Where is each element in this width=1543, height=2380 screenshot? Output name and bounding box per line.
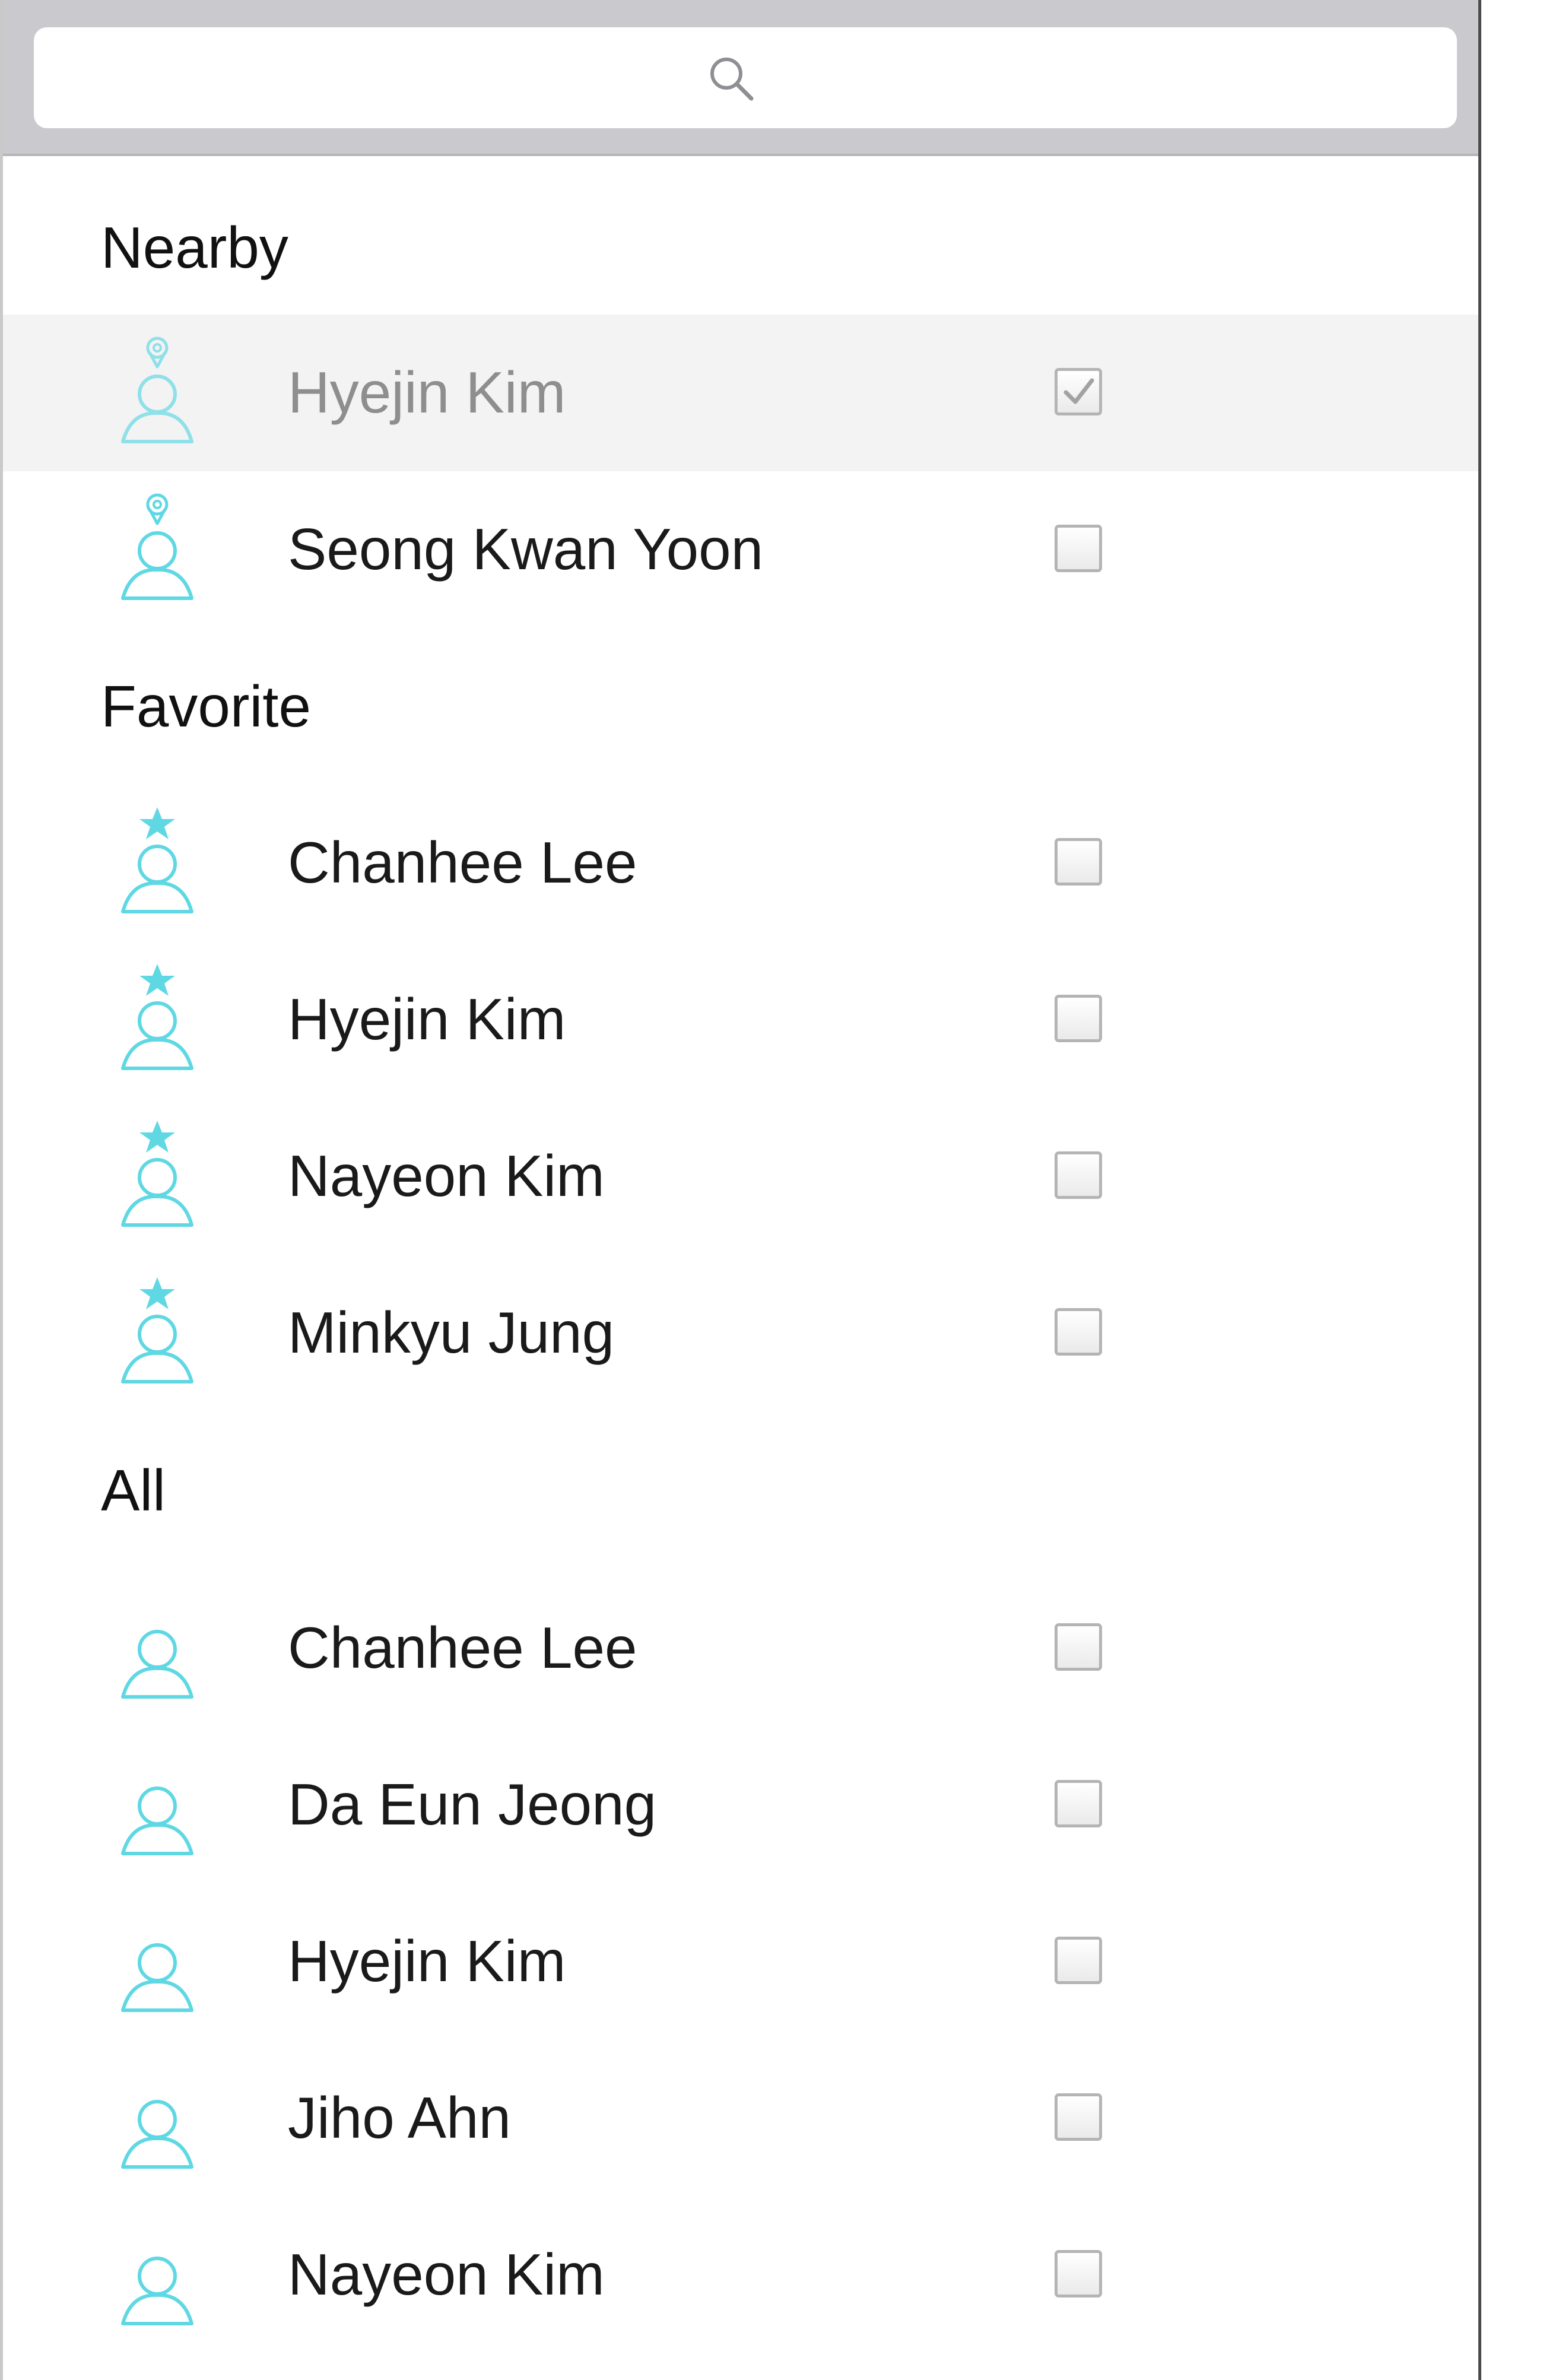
person-icon xyxy=(121,1630,193,1699)
contact-name: Nayeon Kim xyxy=(288,2242,605,2307)
select-checkbox[interactable] xyxy=(1055,2250,1102,2298)
contact-panel: Nearby Hyejin Kim Seong Kwan Yoon Favori… xyxy=(0,0,1481,2380)
select-checkbox[interactable] xyxy=(1055,1937,1102,1984)
contact-picker: Nearby Hyejin Kim Seong Kwan Yoon Favori… xyxy=(0,0,1543,2380)
search-icon[interactable] xyxy=(707,55,755,102)
contact-row[interactable]: Chanhee Lee xyxy=(3,785,1478,941)
contact-row[interactable]: Jiho Ahn xyxy=(3,2040,1478,2197)
contact-name: Chanhee Lee xyxy=(288,1615,637,1680)
contact-row[interactable]: Hyejin Kim xyxy=(3,1883,1478,2040)
contact-name: Hyejin Kim xyxy=(288,1928,566,1994)
select-checkbox[interactable] xyxy=(1055,995,1102,1042)
person-location-icon xyxy=(121,337,193,443)
contact-row[interactable]: Hyejin Kim xyxy=(3,315,1478,471)
contact-name: Hyejin Kim xyxy=(288,986,566,1052)
person-icon xyxy=(121,2257,193,2325)
contact-row[interactable]: Chanhee Lee xyxy=(3,1570,1478,1727)
contact-row[interactable]: Nayeon Kim xyxy=(3,2197,1478,2353)
select-checkbox[interactable] xyxy=(1055,838,1102,886)
contact-name: Nayeon Kim xyxy=(288,1143,605,1208)
section-header-nearby: Nearby xyxy=(101,215,288,280)
person-star-icon xyxy=(121,807,193,913)
select-checkbox[interactable] xyxy=(1055,2093,1102,2141)
contact-name: Chanhee Lee xyxy=(288,830,637,895)
checkmark-icon xyxy=(1063,378,1094,404)
person-star-icon xyxy=(121,1121,193,1227)
section-header-favorite: Favorite xyxy=(101,674,312,739)
person-location-icon xyxy=(121,493,193,600)
search-bar xyxy=(3,0,1478,156)
select-checkbox[interactable] xyxy=(1055,1308,1102,1356)
person-icon xyxy=(121,1943,193,2012)
person-star-icon xyxy=(121,1277,193,1383)
contact-row[interactable]: Hyejin Kim xyxy=(3,941,1478,1098)
contact-name: Jiho Ahn xyxy=(288,2085,511,2150)
contact-name: Minkyu Jung xyxy=(288,1300,615,1365)
section-header-all: All xyxy=(101,1458,166,1523)
select-checkbox[interactable] xyxy=(1055,1780,1102,1827)
select-checkbox[interactable] xyxy=(1055,368,1102,415)
contact-row[interactable]: Minkyu Jung xyxy=(3,1255,1478,1411)
person-icon xyxy=(121,1786,193,1855)
person-star-icon xyxy=(121,964,193,1070)
select-checkbox[interactable] xyxy=(1055,525,1102,572)
select-checkbox[interactable] xyxy=(1055,1151,1102,1199)
contact-row[interactable]: Nayeon Kim xyxy=(3,1098,1478,1255)
contact-name: Seong Kwan Yoon xyxy=(288,516,764,582)
contact-row[interactable]: Seong Kwan Yoon xyxy=(3,471,1478,628)
contact-name: Hyejin Kim xyxy=(288,360,566,425)
select-checkbox[interactable] xyxy=(1055,1623,1102,1671)
contact-row[interactable]: Da Eun Jeong xyxy=(3,1727,1478,1883)
contact-name: Da Eun Jeong xyxy=(288,1772,657,1837)
person-icon xyxy=(121,2100,193,2169)
